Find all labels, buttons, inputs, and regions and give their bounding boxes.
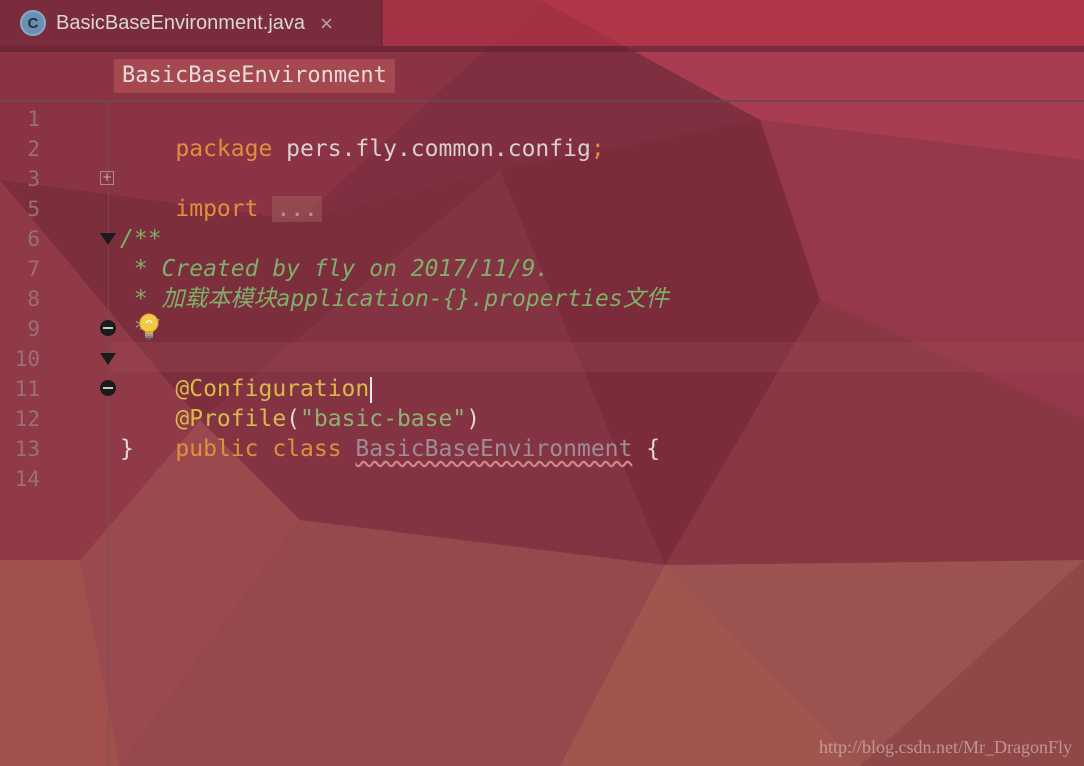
code-line: public class BasicBaseEnvironment { [120,404,660,462]
line-number: 2 [27,137,40,161]
line-number: 6 [27,227,40,251]
breadcrumb-class[interactable]: BasicBaseEnvironment [114,59,395,93]
code-line: package pers.fly.common.config; [120,104,604,162]
package-name: pers.fly.common.config [272,136,591,162]
line-number: 9 [27,317,40,341]
class-name[interactable]: BasicBaseEnvironment [355,436,632,462]
keyword: import [175,196,259,222]
java-class-icon: C [20,10,46,36]
editor-tab-bar: C BasicBaseEnvironment.java × [0,0,1084,46]
breadcrumb-bar: BasicBaseEnvironment [0,52,1084,102]
comment-line: * Created by fly on 2017/11/9. [120,256,550,282]
line-number-gutter: 1 2 3 5 6 7 8 9 10 11 12 13 14 [0,102,109,766]
keyword: package [175,136,273,162]
close-icon[interactable]: × [319,13,334,34]
lightbulb-icon[interactable] [138,312,160,342]
line-number: 5 [27,197,40,221]
comment-line: /** [120,226,162,252]
fold-end-icon[interactable] [100,380,116,396]
code-line: @Configuration [120,344,373,403]
editor-tab-active[interactable]: C BasicBaseEnvironment.java × [0,0,382,46]
line-number: 1 [27,107,40,131]
line-number: 12 [14,407,40,431]
line-number: 13 [14,437,40,461]
keyword: public class [175,436,342,462]
line-number: 3 [27,167,40,191]
code-line: @Profile("basic-base") [120,374,480,432]
line-number: 11 [14,377,40,401]
brace: { [632,436,661,462]
fold-expand-icon[interactable]: + [100,171,114,185]
tab-title: BasicBaseEnvironment.java [56,11,306,34]
fold-collapse-icon[interactable] [100,233,116,245]
line-number: 7 [27,257,40,281]
folded-imports[interactable]: ... [272,196,322,222]
fold-collapse-icon[interactable] [100,353,116,365]
line-number: 8 [27,287,40,311]
code-line: } [120,436,134,462]
tab-bar-empty-area [383,0,1084,46]
semicolon: ; [590,136,605,162]
line-number: 14 [14,467,40,491]
line-number: 10 [14,347,40,371]
watermark-url: http://blog.csdn.net/Mr_DragonFly [819,737,1072,757]
comment-line: * 加载本模块application-{}.properties文件 [120,286,669,312]
code-line: import ... [120,164,322,222]
fold-end-icon[interactable] [100,320,116,336]
